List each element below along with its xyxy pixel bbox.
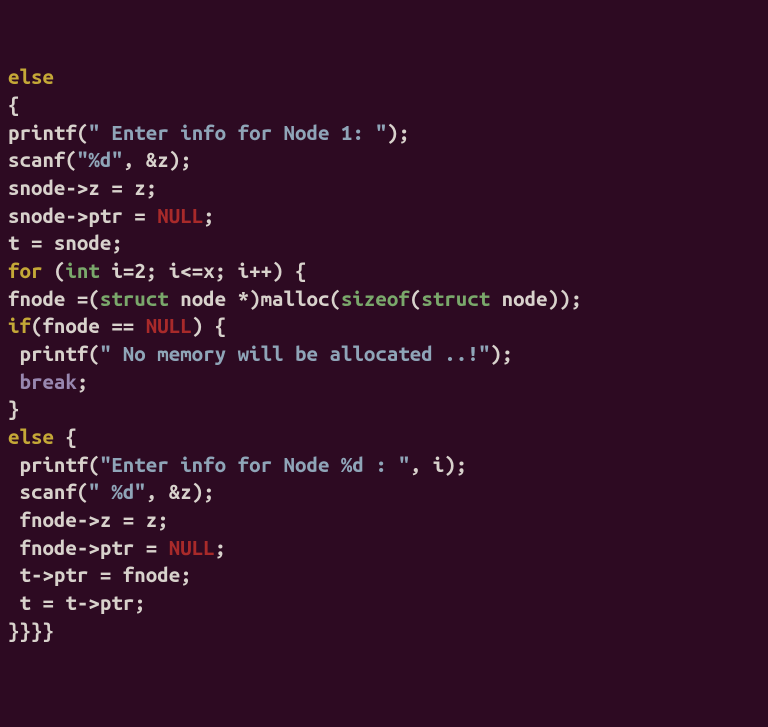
- code-line: break;: [8, 368, 760, 396]
- code-line: t = snode;: [8, 229, 760, 257]
- stmt: node *)malloc(: [169, 287, 341, 310]
- string-literal: "%d": [77, 148, 123, 171]
- punct: ) {: [192, 314, 226, 337]
- punct: (: [410, 287, 421, 310]
- brace: }}}}: [8, 619, 54, 642]
- code-line: printf(" Enter info for Node 1: ");: [8, 119, 760, 147]
- code-line: else: [8, 63, 760, 91]
- code-line: if(fnode == NULL) {: [8, 312, 760, 340]
- code-line: for (int i=2; i<=x; i++) {: [8, 257, 760, 285]
- keyword-if: if: [8, 314, 31, 337]
- stmt: t = snode;: [8, 231, 123, 254]
- punct: ;: [77, 370, 88, 393]
- stmt: node));: [490, 287, 582, 310]
- code-line: fnode =(struct node *)malloc(sizeof(stru…: [8, 285, 760, 313]
- keyword-struct: struct: [100, 287, 169, 310]
- fn-call: printf(: [8, 121, 88, 144]
- fn-call: scanf(: [8, 480, 88, 503]
- string-literal: " Enter info for Node 1: ": [88, 121, 386, 144]
- brace: {: [8, 93, 19, 116]
- code-line: printf("Enter info for Node %d : ", i);: [8, 451, 760, 479]
- stmt: snode->z = z;: [8, 176, 157, 199]
- punct: , &z);: [146, 480, 215, 503]
- null-literal: NULL: [146, 314, 192, 337]
- keyword-else: else: [8, 425, 54, 448]
- punct: );: [387, 121, 410, 144]
- loop-cond: i=2; i<=x; i++) {: [100, 259, 307, 282]
- stmt: t->ptr = fnode;: [8, 563, 192, 586]
- stmt: fnode->z = z;: [8, 508, 169, 531]
- code-line: else {: [8, 423, 760, 451]
- string-literal: " %d": [88, 480, 145, 503]
- code-line: }: [8, 395, 760, 423]
- code-line: snode->ptr = NULL;: [8, 202, 760, 230]
- fn-call: scanf(: [8, 148, 77, 171]
- brace: }: [8, 397, 19, 420]
- keyword-else: else: [8, 65, 54, 88]
- code-line: fnode->z = z;: [8, 506, 760, 534]
- stmt: fnode =(: [8, 287, 100, 310]
- keyword-break: break: [8, 370, 77, 393]
- code-line: snode->z = z;: [8, 174, 760, 202]
- fn-call: printf(: [8, 453, 100, 476]
- punct: ;: [215, 536, 226, 559]
- stmt: fnode->ptr =: [8, 536, 169, 559]
- null-literal: NULL: [169, 536, 215, 559]
- code-line: fnode->ptr = NULL;: [8, 534, 760, 562]
- keyword-sizeof: sizeof: [341, 287, 410, 310]
- code-line: t->ptr = fnode;: [8, 561, 760, 589]
- type-int: int: [65, 259, 99, 282]
- keyword-for: for: [8, 259, 42, 282]
- stmt: t = t->ptr;: [8, 591, 146, 614]
- stmt: snode->ptr =: [8, 204, 157, 227]
- punct: (: [42, 259, 65, 282]
- string-literal: " No memory will be allocated ..!": [100, 342, 490, 365]
- code-line: {: [8, 91, 760, 119]
- code-block: else{printf(" Enter info for Node 1: ");…: [8, 63, 760, 644]
- code-line: printf(" No memory will be allocated ..!…: [8, 340, 760, 368]
- brace: {: [54, 425, 77, 448]
- punct: ;: [203, 204, 214, 227]
- keyword-struct: struct: [421, 287, 490, 310]
- punct: , i);: [410, 453, 467, 476]
- punct: );: [490, 342, 513, 365]
- fn-call: printf(: [8, 342, 100, 365]
- cond: (fnode ==: [31, 314, 146, 337]
- null-literal: NULL: [157, 204, 203, 227]
- code-line: scanf("%d", &z);: [8, 146, 760, 174]
- code-line: t = t->ptr;: [8, 589, 760, 617]
- code-line: scanf(" %d", &z);: [8, 478, 760, 506]
- string-literal: "Enter info for Node %d : ": [100, 453, 410, 476]
- code-line: }}}}: [8, 617, 760, 645]
- punct: , &z);: [123, 148, 192, 171]
